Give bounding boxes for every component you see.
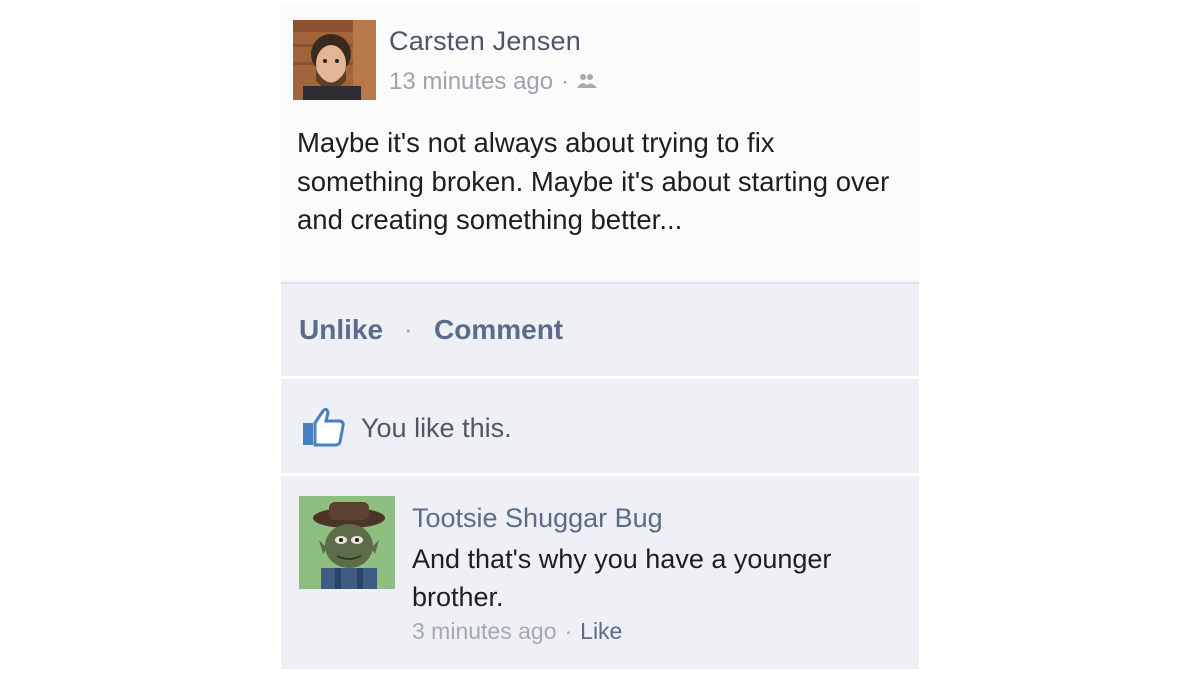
actions-separator: · — [404, 314, 413, 344]
likes-summary: You like this. — [281, 376, 919, 473]
post-meta: 13 minutes ago · — [389, 68, 598, 96]
commenter-avatar[interactable] — [299, 496, 395, 589]
post-timestamp[interactable]: 13 minutes ago — [389, 68, 553, 96]
comment-meta-separator: · — [564, 618, 573, 644]
comment-button[interactable]: Comment — [434, 314, 563, 346]
comment-meta: 3 minutes ago · Like — [412, 618, 622, 645]
comment-like-button[interactable]: Like — [580, 618, 622, 645]
meta-separator: · — [561, 68, 570, 95]
post-card: Carsten Jensen 13 minutes ago · Maybe it… — [281, 6, 919, 669]
unlike-button[interactable]: Unlike — [299, 314, 383, 346]
post-body: Carsten Jensen 13 minutes ago · Maybe it… — [281, 6, 919, 280]
thumbs-up-icon — [301, 407, 345, 447]
comment-timestamp[interactable]: 3 minutes ago — [412, 618, 556, 645]
likes-text: You like this. — [361, 413, 512, 443]
comment-text: And that's why you have a younger brothe… — [412, 544, 832, 612]
commenter-name[interactable]: Tootsie Shuggar Bug — [412, 503, 663, 534]
author-avatar[interactable] — [293, 20, 376, 100]
friends-icon — [577, 68, 598, 96]
post-text: Maybe it's not always about trying to fi… — [297, 127, 890, 235]
post-actions: Unlike · Comment — [281, 282, 919, 376]
author-name[interactable]: Carsten Jensen — [389, 26, 581, 57]
